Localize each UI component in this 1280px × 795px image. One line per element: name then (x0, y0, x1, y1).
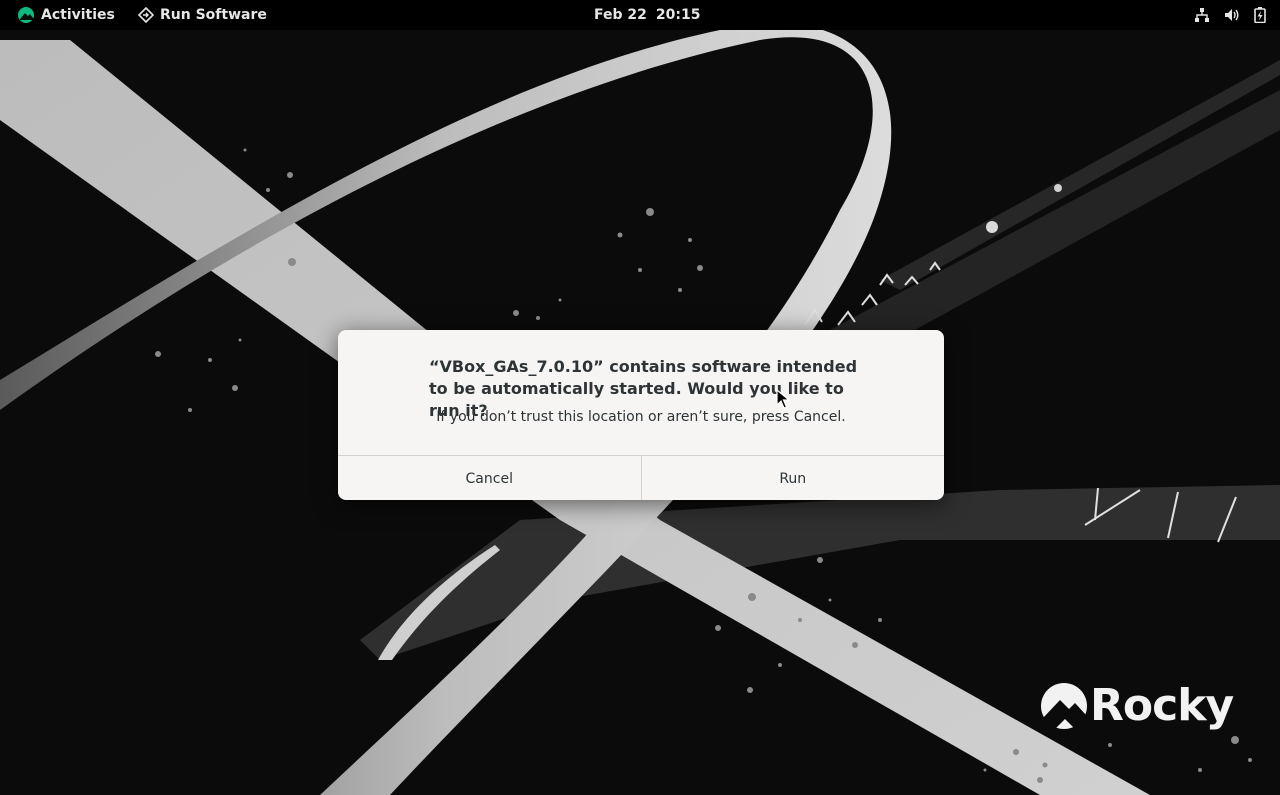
rocky-mark-icon (1041, 682, 1087, 729)
volume-icon (1225, 9, 1239, 21)
battery-icon (1254, 7, 1266, 23)
dialog-button-row: Cancel Run (338, 455, 944, 500)
run-software-icon (138, 7, 154, 23)
cancel-button[interactable]: Cancel (338, 456, 642, 500)
clock[interactable]: Feb 22 20:15 (594, 0, 700, 30)
activities-button[interactable]: Activities (10, 0, 123, 30)
network-icon (1195, 8, 1209, 22)
rocky-logo-icon (18, 7, 34, 23)
run-button[interactable]: Run (642, 456, 945, 500)
app-menu[interactable]: Run Software (130, 0, 275, 30)
mouse-cursor-icon (776, 389, 790, 409)
autorun-dialog: “VBox_GAs_7.0.10” contains software inte… (338, 330, 944, 500)
app-menu-label: Run Software (160, 7, 267, 23)
system-tray[interactable] (1180, 0, 1266, 30)
rocky-logo-text: Rocky (1090, 680, 1234, 731)
rocky-desktop-logo: Rocky (1040, 680, 1234, 731)
activities-label: Activities (41, 7, 115, 23)
dialog-message: If you don’t trust this location or aren… (436, 409, 846, 425)
clock-time: 20:15 (655, 7, 701, 23)
top-bar: Activities Run Software Feb 22 20:15 (0, 0, 1280, 30)
clock-date: Feb 22 (594, 7, 647, 23)
